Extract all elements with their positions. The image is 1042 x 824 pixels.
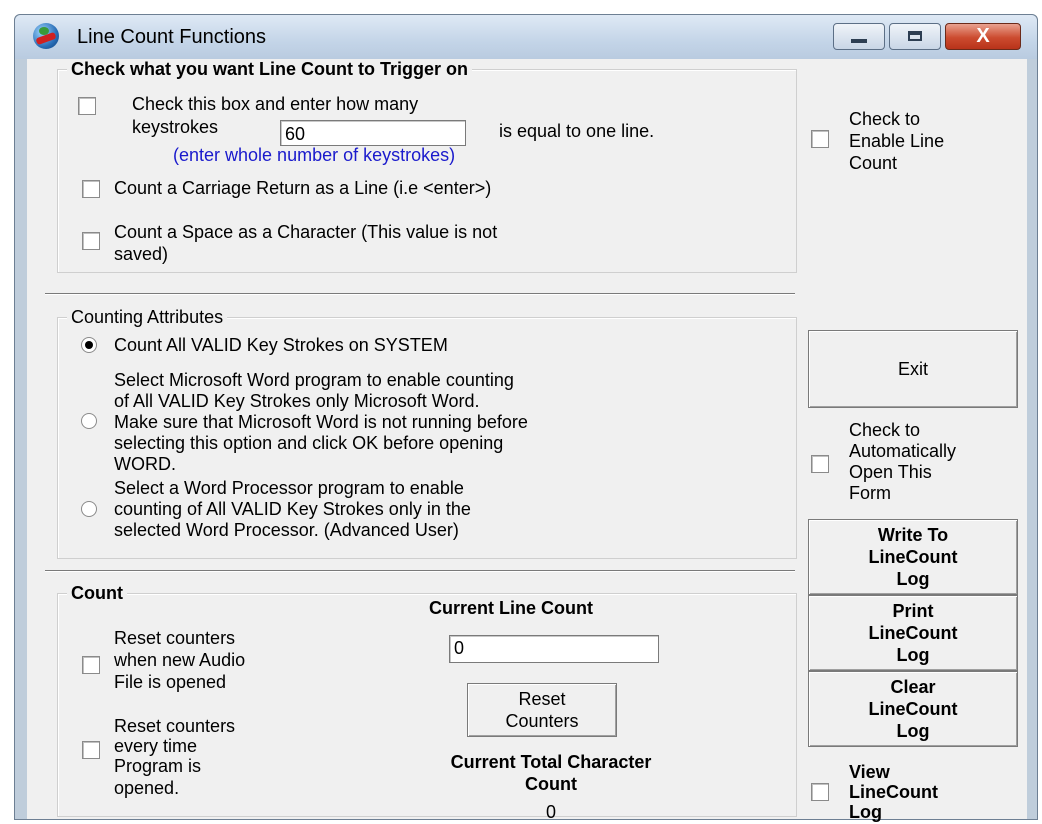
radio-count-system[interactable] (81, 337, 97, 353)
write-log-button[interactable]: Write To LineCount Log (808, 519, 1018, 595)
print-log-label-line2: LineCount (868, 623, 958, 643)
radio-wp-label-line2: counting of All VALID Key Strokes only i… (114, 499, 471, 519)
total-char-label-line2: Count (525, 774, 577, 794)
maximize-button[interactable] (889, 23, 941, 50)
reset-program-label-line1: Reset counters (114, 716, 236, 736)
carriage-return-checkbox[interactable] (82, 180, 100, 198)
radio-count-system-label: Count All VALID Key Strokes on SYSTEM (114, 335, 448, 355)
auto-open-label-line4: Form (849, 483, 891, 503)
clear-log-label-line1: Clear (890, 677, 936, 697)
auto-open-label-line3: Open This (849, 462, 932, 482)
count-space-checkbox[interactable] (82, 232, 100, 250)
radio-word-label-line4: selecting this option and click OK befor… (114, 433, 504, 453)
counting-attributes-legend: Counting Attributes (67, 307, 228, 327)
print-log-label-line3: Log (896, 645, 930, 665)
window-title: Line Count Functions (77, 26, 267, 48)
reset-counters-label-line2: Counters (505, 711, 579, 731)
write-log-label-line2: LineCount (868, 547, 958, 567)
form-client-area: Check what you want Line Count to Trigge… (27, 59, 1027, 822)
clear-log-button[interactable]: Clear LineCount Log (808, 671, 1018, 747)
keystroke-count-input[interactable]: 60 (280, 120, 466, 146)
total-char-label-line1: Current Total Character (450, 752, 652, 772)
radio-word-label-line5: WORD. (114, 454, 176, 474)
clear-log-label-line3: Log (896, 721, 930, 741)
clear-log-label-line2: LineCount (868, 699, 958, 719)
globe-app-icon (33, 23, 59, 49)
reset-audio-label-line1: Reset counters (114, 628, 236, 648)
current-line-count-label: Current Line Count (429, 598, 593, 618)
print-log-button[interactable]: Print LineCount Log (808, 595, 1018, 671)
write-log-label-line3: Log (896, 569, 930, 589)
radio-microsoft-word[interactable] (81, 413, 97, 429)
minimize-button[interactable] (833, 23, 885, 50)
auto-open-label-line2: Automatically (849, 441, 957, 461)
keystroke-instruction-label: Check this box and enter how many (132, 94, 419, 114)
view-log-label-line1: View (849, 762, 890, 782)
enable-line-count-label-line1: Check to (849, 109, 921, 129)
keystroke-line-checkbox[interactable] (78, 97, 96, 115)
reset-counters-label-line1: Reset (518, 689, 566, 709)
separator-top (45, 293, 795, 295)
trigger-group-legend: Check what you want Line Count to Trigge… (67, 59, 473, 79)
enable-line-count-label-line3: Count (849, 153, 898, 173)
radio-wp-label-line3: selected Word Processor. (Advanced User) (114, 520, 459, 540)
reset-audio-label-line2: when new Audio (114, 650, 246, 670)
app-window: Line Count Functions X Check what you wa… (14, 14, 1038, 822)
count-space-label-line1: Count a Space as a Character (This value… (114, 222, 498, 242)
radio-word-label-line2: of All VALID Key Strokes only Microsoft … (114, 391, 480, 411)
title-bar[interactable]: Line Count Functions X (15, 15, 1037, 59)
separator-bottom (45, 570, 795, 572)
reset-program-label-line3: Program is (114, 756, 202, 776)
reset-program-label-line4: opened. (114, 778, 180, 798)
print-log-label-line1: Print (892, 601, 934, 621)
radio-word-processor[interactable] (81, 501, 97, 517)
keystroke-suffix-label: is equal to one line. (499, 121, 655, 141)
keystroke-prefix-label: keystrokes (132, 117, 219, 137)
auto-open-form-checkbox[interactable] (811, 455, 829, 473)
write-log-label-line1: Write To (877, 525, 949, 545)
radio-word-label-line3: Make sure that Microsoft Word is not run… (114, 412, 528, 432)
close-button[interactable]: X (945, 23, 1021, 50)
view-log-checkbox[interactable] (811, 783, 829, 801)
total-char-value: 0 (545, 802, 556, 822)
count-group-legend: Count (67, 583, 127, 603)
reset-counters-button[interactable]: Reset Counters (467, 683, 617, 737)
view-log-label-line2: LineCount (849, 782, 938, 802)
reset-audio-label-line3: File is opened (114, 672, 227, 692)
count-space-label-line2: saved) (114, 244, 169, 264)
close-icon: X (976, 25, 990, 47)
enable-line-count-checkbox[interactable] (811, 130, 829, 148)
auto-open-label-line1: Check to (849, 420, 921, 440)
reset-on-program-checkbox[interactable] (82, 741, 100, 759)
reset-program-label-line2: every time (114, 736, 198, 756)
radio-word-label-line1: Select Microsoft Word program to enable … (114, 370, 514, 390)
keystroke-hint-label: (enter whole number of keystrokes) (173, 145, 456, 165)
radio-wp-label-line1: Select a Word Processor program to enabl… (114, 478, 464, 498)
view-log-label-line3: Log (849, 802, 882, 822)
exit-button[interactable]: Exit (808, 330, 1018, 408)
enable-line-count-label-line2: Enable Line (849, 131, 945, 151)
current-line-count-field[interactable]: 0 (449, 635, 659, 663)
reset-on-audio-checkbox[interactable] (82, 656, 100, 674)
carriage-return-label: Count a Carriage Return as a Line (i.e <… (114, 178, 492, 198)
